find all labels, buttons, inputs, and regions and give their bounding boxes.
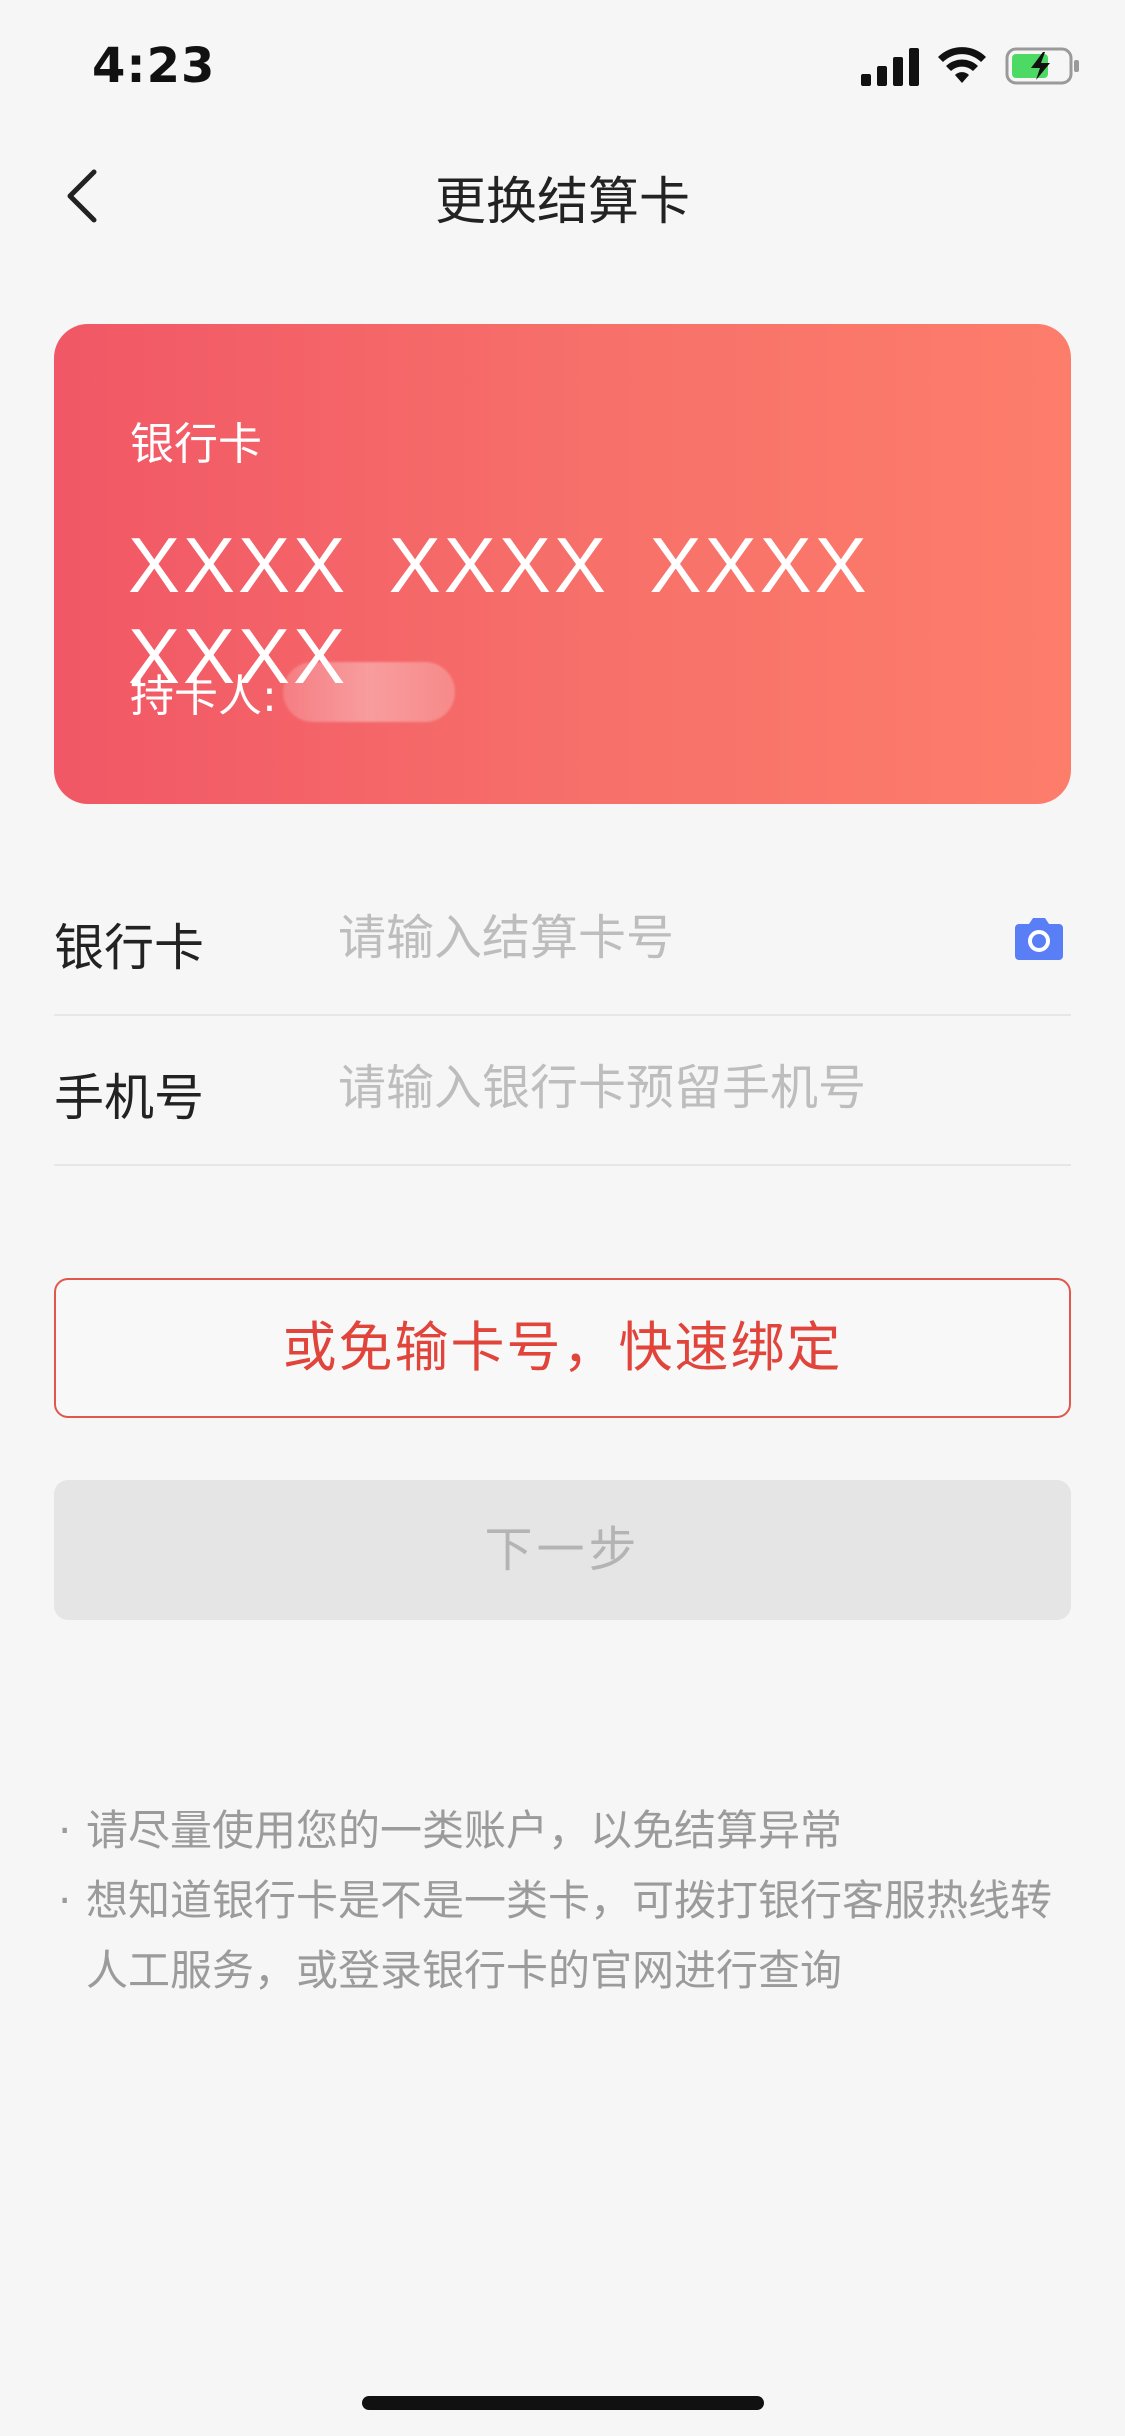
tips-section: · 请尽量使用您的一类账户，以免结算异常 · 想知道银行卡是不是一类卡，可拨打银… [54, 1796, 1071, 2006]
bullet: · [58, 1876, 72, 1925]
status-time: 4:23 [92, 38, 216, 94]
card-number-input[interactable] [338, 900, 978, 976]
wifi-icon [938, 47, 986, 83]
bullet: · [58, 1806, 72, 1855]
tip-item: · 想知道银行卡是不是一类卡，可拨打银行客服热线转人工服务，或登录银行卡的官网进… [54, 1866, 1071, 2006]
card-holder: 持卡人: [130, 660, 455, 724]
tip-text: 想知道银行卡是不是一类卡，可拨打银行客服热线转人工服务，或登录银行卡的官网进行查… [86, 1876, 1053, 1995]
card-number-row: 银行卡 [54, 864, 1071, 1016]
status-bar: 4:23 [0, 0, 1125, 132]
navigation-bar: 更换结算卡 [0, 132, 1125, 260]
quick-bind-button[interactable]: 或免输卡号，快速绑定 [54, 1278, 1071, 1418]
bank-card-preview: 银行卡 XXXX XXXX XXXX XXXX 持卡人: [54, 324, 1071, 804]
phone-label: 手机号 [54, 1069, 204, 1127]
home-indicator[interactable] [362, 2396, 764, 2410]
screen: 4:23 更换结算卡 银行卡 XXXX XXXX XXXX XXXX 持卡人: … [0, 0, 1125, 2436]
battery-charging-icon [1005, 47, 1079, 85]
phone-row: 手机号 [54, 1014, 1071, 1166]
next-step-button[interactable]: 下一步 [54, 1480, 1071, 1620]
card-holder-name-blurred [282, 662, 455, 722]
tip-item: · 请尽量使用您的一类账户，以免结算异常 [54, 1796, 1071, 1866]
cellular-signal-icon [861, 48, 919, 86]
card-holder-label: 持卡人: [130, 671, 277, 722]
card-number-label: 银行卡 [54, 919, 204, 977]
phone-input[interactable] [338, 1050, 978, 1126]
card-type-label: 银行卡 [130, 419, 262, 470]
camera-icon[interactable] [1013, 914, 1065, 962]
status-icons [861, 46, 1081, 86]
tip-text: 请尽量使用您的一类账户，以免结算异常 [86, 1806, 843, 1855]
page-title: 更换结算卡 [434, 173, 690, 232]
